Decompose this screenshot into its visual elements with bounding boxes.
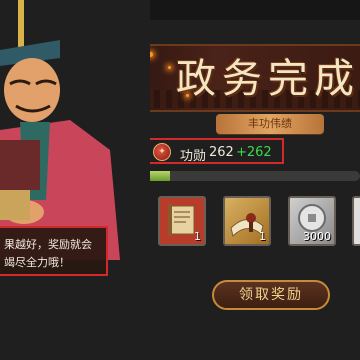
- reward-count: 3000: [303, 230, 331, 243]
- claim-reward-button[interactable]: 领取奖励: [212, 280, 330, 310]
- merit-medal-icon: ✦: [153, 143, 171, 161]
- dialog-line-2: 竭尽全力哦！: [4, 256, 70, 269]
- merit-label: 功勋: [180, 149, 207, 164]
- merit-progress-bar: [144, 171, 360, 181]
- dialog-line-1: 果越好，奖励就会: [4, 238, 92, 251]
- reward-count: 1: [194, 230, 201, 243]
- reward-slot-decree[interactable]: 1: [158, 196, 206, 246]
- sparkle-decoration: [168, 66, 171, 69]
- reward-count: 1: [259, 230, 266, 243]
- character-dialog: 果越好，奖励就会 竭尽全力哦！: [0, 226, 108, 276]
- result-screen: 政务完成 丰功伟绩 ✦ 功勋 262 +262 1 1 3000 领取奖励 果越…: [0, 0, 360, 360]
- merit-value: 262: [209, 145, 234, 160]
- reward-slot-painting[interactable]: 1: [223, 196, 271, 246]
- merit-gain: +262: [236, 145, 272, 160]
- sparkle-decoration: [186, 94, 189, 97]
- reward-slot-extra[interactable]: [352, 196, 360, 246]
- subtitle-text: 丰功伟绩: [248, 117, 292, 130]
- reward-slot-silver[interactable]: 3000: [288, 196, 336, 246]
- banner-title: 政务完成: [176, 56, 360, 102]
- official-portrait: [0, 0, 150, 360]
